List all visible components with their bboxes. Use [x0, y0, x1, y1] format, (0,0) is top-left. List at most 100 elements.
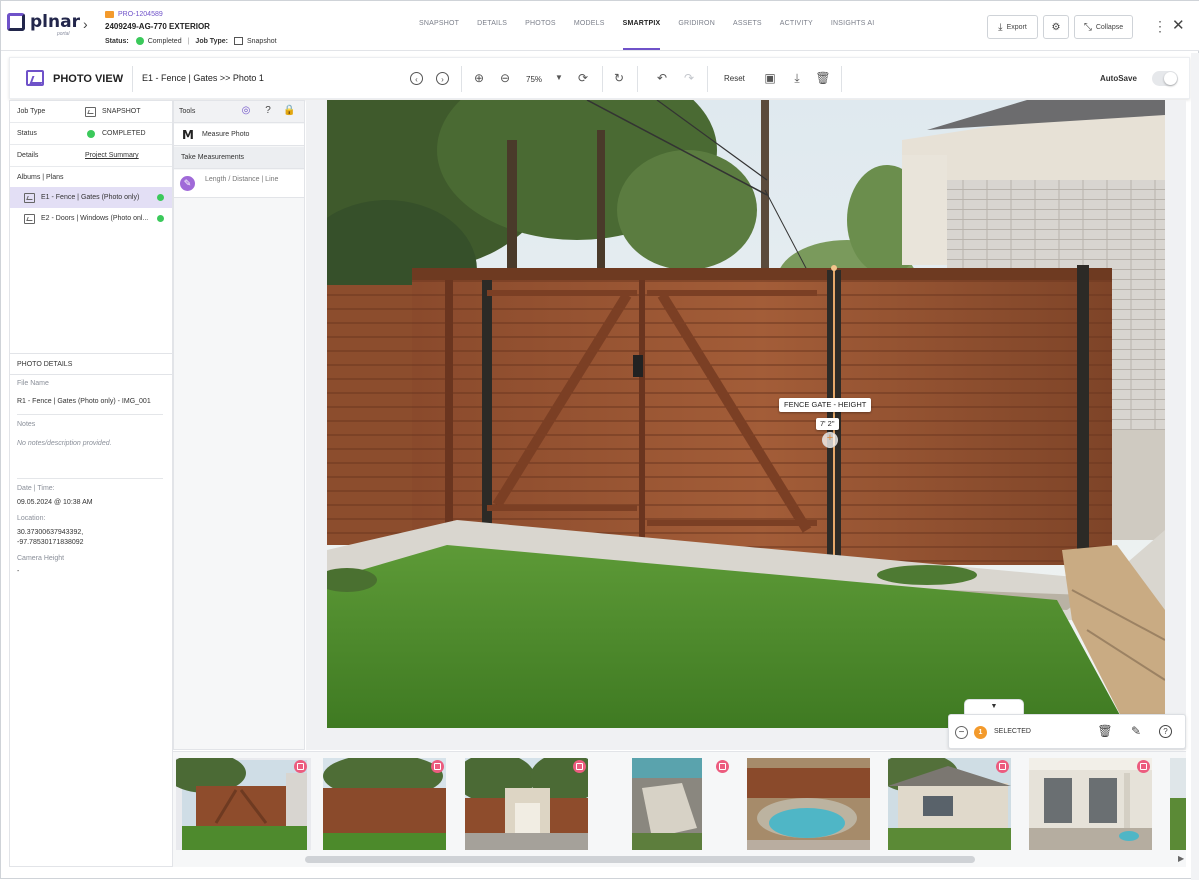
- top-header: plnar portal › PRO-1204589 2409249-AG-77…: [1, 1, 1199, 51]
- zoom-out-icon[interactable]: ⊖: [497, 70, 513, 86]
- zoom-in-icon[interactable]: ⊕: [471, 70, 487, 86]
- save-icon[interactable]: ▣: [762, 70, 778, 86]
- tab-photos[interactable]: PHOTOS: [525, 20, 556, 50]
- horizontal-scrollbar[interactable]: [305, 856, 975, 863]
- logo-text: plnar: [30, 12, 80, 32]
- download-icon[interactable]: ⤓: [789, 70, 805, 86]
- job-type-value-wrap: SNAPSHOT: [85, 106, 141, 117]
- delete-selection-icon[interactable]: 🗑: [1097, 724, 1113, 738]
- selection-panel-toggle[interactable]: ▼: [964, 699, 1024, 714]
- measurement-move-handle-icon[interactable]: [822, 432, 838, 448]
- photo-badge-icon: [294, 760, 307, 773]
- chevron-right-icon[interactable]: ›: [83, 16, 88, 32]
- tab-details[interactable]: DETAILS: [477, 20, 507, 50]
- photo-badge-icon: [573, 760, 586, 773]
- redo-icon[interactable]: ↷: [681, 70, 697, 86]
- image-icon: [24, 213, 35, 224]
- autosave-toggle[interactable]: [1152, 71, 1178, 86]
- thumbnail-image: [1170, 758, 1186, 850]
- tab-activity[interactable]: ACTIVITY: [780, 20, 813, 50]
- location-latitude: 30.37300637943392,: [17, 529, 84, 536]
- breadcrumb: E1 - Fence | Gates >> Photo 1: [142, 73, 264, 83]
- tab-models[interactable]: MODELS: [574, 20, 605, 50]
- plnar-logo[interactable]: plnar: [7, 13, 80, 31]
- tab-insights-ai[interactable]: INSIGHTS AI: [831, 20, 874, 50]
- divider: [841, 66, 842, 92]
- thumbnail-house-front[interactable]: [888, 758, 1011, 850]
- project-id-text: PRO-1204589: [118, 11, 163, 18]
- undo-icon[interactable]: ↶: [654, 70, 670, 86]
- previous-photo-icon[interactable]: ‹: [410, 72, 423, 85]
- next-photo-icon[interactable]: ›: [436, 72, 449, 85]
- rotate-icon[interactable]: ↻: [611, 70, 627, 86]
- status-value-wrap: COMPLETED: [85, 129, 146, 138]
- photo-details-heading: PHOTO DETAILS: [10, 353, 172, 375]
- album-label: E1 - Fence | Gates (Photo only): [41, 194, 140, 201]
- settings-list-button[interactable]: ⚙: [1043, 15, 1069, 39]
- thumbnail-image: [747, 758, 870, 850]
- thumbnail-image: [176, 758, 311, 850]
- download-icon: ⤓: [998, 21, 1003, 33]
- lock-icon[interactable]: 🔒: [283, 105, 295, 117]
- camera-height-value: -: [17, 568, 20, 575]
- thumbnail-pool[interactable]: [747, 758, 870, 850]
- photo-badge-icon: [431, 760, 444, 773]
- details-row: Details Project Summary: [10, 145, 172, 167]
- zoom-dropdown-icon[interactable]: ▼: [551, 70, 567, 86]
- tab-assets[interactable]: ASSETS: [733, 20, 762, 50]
- deselect-icon[interactable]: −: [955, 726, 968, 739]
- tag-edit-icon[interactable]: ✎: [1128, 724, 1144, 738]
- album-item[interactable]: E2 - Doors | Windows (Photo onl...: [10, 208, 172, 229]
- thumbnail-pool-steps[interactable]: [632, 758, 702, 850]
- thumbnail-patio[interactable]: [1029, 758, 1152, 850]
- tab-smartpix[interactable]: SMARTPIX: [622, 20, 661, 50]
- tab-snapshot[interactable]: SNAPSHOT: [419, 20, 459, 50]
- measurement-label[interactable]: FENCE GATE - HEIGHT: [779, 398, 872, 412]
- status-dot-icon: [87, 129, 95, 138]
- collapse-label: Collapse: [1095, 23, 1124, 31]
- job-type-label: Job Type: [17, 108, 46, 115]
- help-icon[interactable]: ?: [1159, 725, 1172, 738]
- thumbnail-fence-side[interactable]: [323, 758, 446, 850]
- tab-gridiron[interactable]: GRIDIRON: [678, 20, 715, 50]
- thumbnail-fence-gate[interactable]: [176, 758, 311, 850]
- project-id[interactable]: PRO-1204589: [105, 11, 163, 18]
- image-icon: [85, 106, 96, 117]
- album-item[interactable]: E1 - Fence | Gates (Photo only): [10, 187, 172, 208]
- datetime-label: Date | Time:: [17, 485, 55, 492]
- reset-button[interactable]: Reset: [724, 74, 745, 83]
- project-summary-link[interactable]: Project Summary: [85, 152, 139, 159]
- delete-icon[interactable]: 🗑: [815, 70, 831, 86]
- photo-badge-icon: [1137, 760, 1150, 773]
- list-settings-icon: ⚙: [1051, 21, 1061, 33]
- project-name: 2409249-AG-770 EXTERIOR: [105, 22, 210, 31]
- status-label: Status:: [105, 37, 129, 45]
- selected-count-badge: 1: [974, 726, 987, 739]
- fit-screen-icon[interactable]: ⟳: [575, 70, 591, 86]
- scroll-right-icon[interactable]: ▶: [1178, 854, 1184, 863]
- collapse-arrows-icon: ⤡: [1083, 21, 1092, 33]
- close-icon[interactable]: ✕: [1172, 16, 1185, 34]
- help-icon[interactable]: ?: [262, 105, 274, 117]
- zoom-level[interactable]: 75%: [526, 75, 542, 84]
- thumbnail-shed[interactable]: [465, 758, 588, 850]
- status-label: Status: [17, 130, 37, 137]
- job-type-label: Job Type:: [195, 37, 228, 45]
- location-label: Location:: [17, 515, 46, 522]
- more-menu-icon[interactable]: ⋮: [1153, 18, 1167, 35]
- thumbnail-partial[interactable]: [1170, 758, 1186, 850]
- file-name-label: File Name: [17, 380, 49, 387]
- measurement-value[interactable]: 7' 2": [816, 418, 839, 430]
- photo-toolbar: PHOTO VIEW E1 - Fence | Gates >> Photo 1…: [9, 57, 1190, 99]
- notes-label: Notes: [17, 421, 36, 428]
- export-button[interactable]: ⤓ Export: [987, 15, 1038, 39]
- collapse-button[interactable]: ⤡ Collapse: [1074, 15, 1133, 39]
- vertical-scrollbar[interactable]: [1191, 53, 1199, 880]
- fence-photo: [327, 100, 1165, 728]
- measure-photo-tool[interactable]: M Measure Photo: [174, 124, 304, 146]
- tools-heading: Tools: [179, 108, 196, 115]
- length-distance-tool[interactable]: ✎ Length / Distance | Line: [174, 170, 304, 198]
- divider: [132, 66, 133, 92]
- photo-canvas[interactable]: [327, 100, 1165, 728]
- hide-eye-icon[interactable]: ◎: [240, 105, 252, 117]
